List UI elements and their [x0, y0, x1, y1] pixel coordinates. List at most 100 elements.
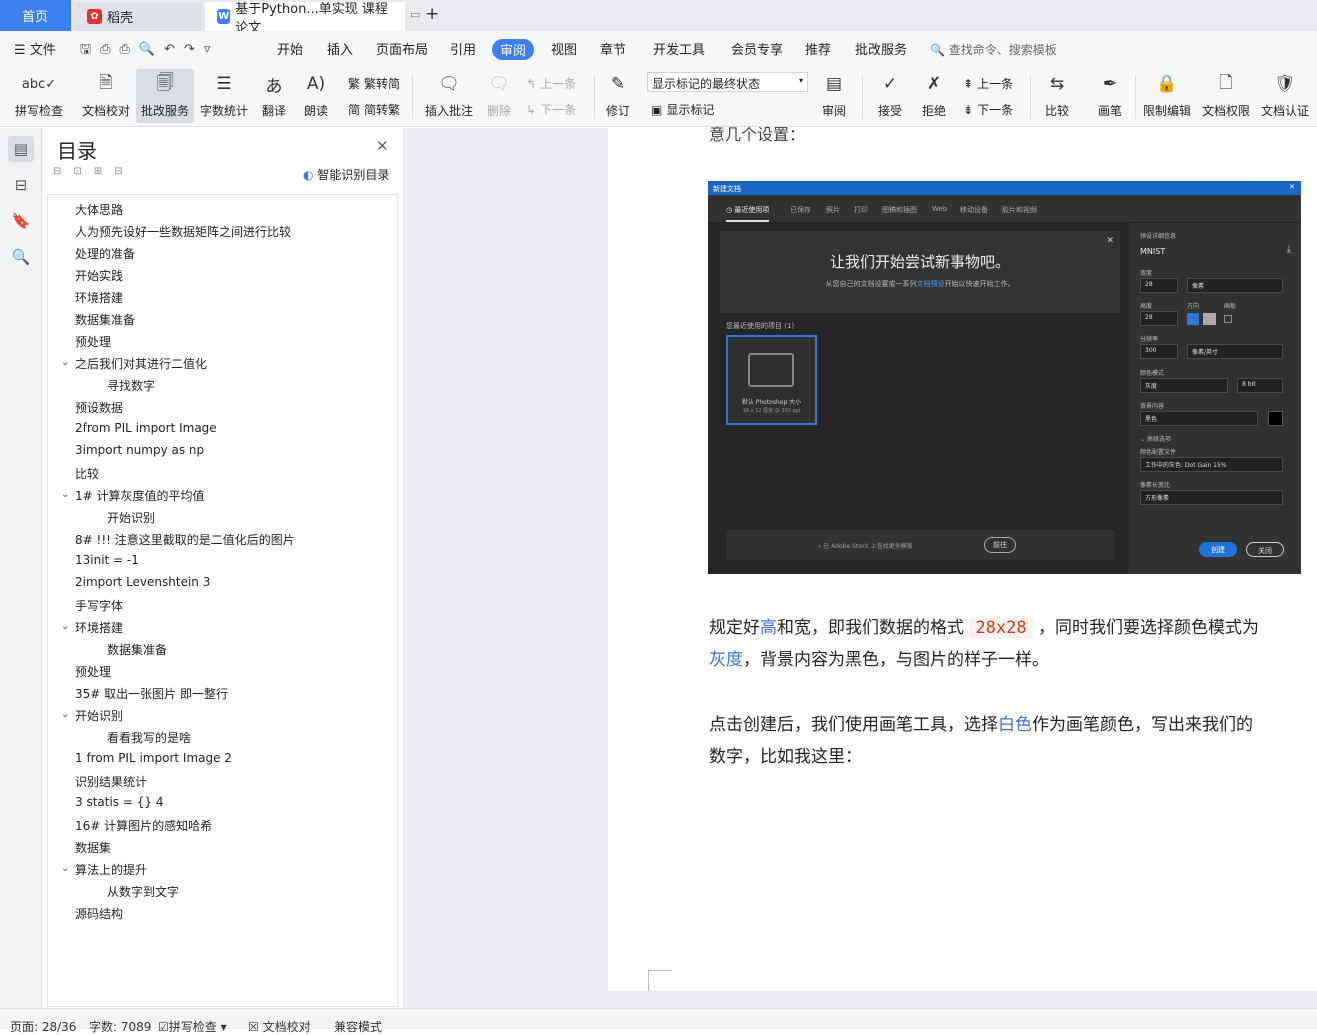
toc-item[interactable]: 源码结构: [75, 905, 123, 922]
doccheck-icon: 🗎: [99, 72, 113, 93]
prev-change-button[interactable]: ⇞ 上一条: [963, 75, 1013, 92]
chevron-down-icon[interactable]: ⌄: [61, 489, 69, 500]
toc-item[interactable]: 寻找数字: [107, 377, 155, 394]
menu-view[interactable]: 视图: [551, 39, 577, 58]
toc-item[interactable]: 8# !!! 注意这里截取的是二值化后的图片: [75, 531, 295, 548]
toc-item[interactable]: 数据集准备: [107, 641, 167, 658]
toc-item[interactable]: 环境搭建: [75, 619, 123, 636]
toc-item[interactable]: 预设数据: [75, 399, 123, 416]
accept-button[interactable]: ✓ 接受: [870, 69, 910, 123]
doccheck-button[interactable]: 🗎 文档校对: [78, 69, 134, 123]
chevron-down-icon[interactable]: ⌄: [61, 863, 69, 874]
translate-button[interactable]: あ翻译: [255, 69, 293, 123]
ps-save-preset-icon: ⤓: [1286, 244, 1291, 255]
word-count[interactable]: 字数: 7089: [89, 1018, 151, 1035]
outline-icon[interactable]: ⊟: [8, 172, 34, 198]
menu-start[interactable]: 开始: [277, 39, 303, 58]
smart-toc-button[interactable]: ◐ 智能识别目录: [303, 166, 389, 183]
next-change-button[interactable]: ⇟ 下一条: [963, 101, 1013, 118]
file-menu[interactable]: ☰ 文件: [14, 39, 56, 58]
toc-item[interactable]: 手写字体: [75, 597, 123, 614]
reject-button[interactable]: ✗ 拒绝: [914, 69, 954, 123]
menu-review[interactable]: 审阅: [492, 39, 535, 60]
review-service-button[interactable]: 🗐 批改服务: [136, 69, 194, 123]
read-aloud-button[interactable]: A) 朗读: [296, 69, 336, 123]
doc-certify-button[interactable]: 🛡 文档认证: [1258, 69, 1312, 123]
toc-item[interactable]: 35# 取出一张图片 即一整行: [75, 685, 228, 702]
menu-member[interactable]: 会员专享: [731, 39, 783, 58]
chevron-down-icon[interactable]: ⌄: [61, 357, 69, 368]
tab-screen-icon[interactable]: ▭: [410, 8, 420, 21]
status-doccheck[interactable]: ☒ 文档校对: [248, 1018, 311, 1035]
toc-toolbar[interactable]: ⊟⊡⊞⊟: [53, 166, 135, 177]
command-search[interactable]: 🔍 查找命令、搜索模板: [930, 41, 1057, 58]
ps-tab: 打印: [854, 206, 868, 214]
toc-item[interactable]: 识别结果统计: [75, 773, 147, 790]
toc-item[interactable]: 预处理: [75, 663, 111, 680]
spellcheck-icon: abc✓: [21, 76, 57, 92]
toc-item[interactable]: 数据集准备: [75, 311, 135, 328]
toc-item[interactable]: 之后我们对其进行二值化: [75, 355, 207, 372]
toc-item[interactable]: 数据集: [75, 839, 111, 856]
toc-item[interactable]: 环境搭建: [75, 289, 123, 306]
restrict-edit-button[interactable]: 🔒 限制编辑: [1140, 69, 1194, 123]
chevron-down-icon[interactable]: ⌄: [61, 709, 69, 720]
show-markup-button[interactable]: ▣ 显示标记: [651, 101, 714, 118]
quick-access-icons[interactable]: 🖫⎙⎙🔍↶↷▿: [80, 40, 219, 62]
toc-item[interactable]: 开始识别: [107, 509, 155, 526]
delete-comment-button[interactable]: 🗨 删除: [480, 69, 518, 123]
menu-correction[interactable]: 批改服务: [855, 39, 907, 58]
to-traditional-button[interactable]: 繁繁转简: [348, 75, 400, 92]
new-tab-icon[interactable]: +: [425, 4, 439, 24]
insert-comment-button[interactable]: 🗨 插入批注: [420, 69, 478, 123]
page-indicator[interactable]: 页面: 28/36: [10, 1018, 76, 1035]
toc-item[interactable]: 算法上的提升: [75, 861, 147, 878]
tab-document[interactable]: W 基于Python...单实现 课程论文: [205, 2, 405, 36]
bookmark-icon[interactable]: 🔖: [8, 208, 34, 234]
compare-button[interactable]: ⇆ 比较: [1036, 69, 1078, 123]
chevron-down-icon[interactable]: ⌄: [61, 621, 69, 632]
toc-item[interactable]: 13init = -1: [75, 553, 139, 567]
toc-item[interactable]: 开始识别: [75, 707, 123, 724]
toc-item[interactable]: 开始实践: [75, 267, 123, 284]
tab-home[interactable]: 首页: [0, 0, 71, 31]
menu-devtools[interactable]: 开发工具: [653, 39, 705, 58]
toc-item[interactable]: 3 statis = {} 4: [75, 795, 163, 809]
close-icon[interactable]: ✕: [376, 137, 389, 155]
toc-item[interactable]: 大体思路: [75, 201, 123, 218]
menu-references[interactable]: 引用: [450, 39, 476, 58]
toc-item[interactable]: 从数字到文字: [107, 883, 179, 900]
toc-item[interactable]: 2from PIL import Image: [75, 421, 217, 435]
compare-icon: ⇆: [1049, 74, 1065, 94]
toc-item[interactable]: 处理的准备: [75, 245, 135, 262]
markup-state-select[interactable]: 显示标记的最终状态 ▾: [647, 72, 808, 92]
menu-layout[interactable]: 页面布局: [376, 39, 428, 58]
menu-section[interactable]: 章节: [600, 39, 626, 58]
pen-button[interactable]: ✒ 画笔: [1090, 69, 1130, 123]
toc-item[interactable]: 16# 计算图片的感知哈希: [75, 817, 212, 834]
to-simplified-button[interactable]: 简简转繁: [348, 101, 400, 118]
status-spellcheck[interactable]: ☑拼写检查 ▾: [158, 1018, 227, 1035]
toc-item[interactable]: 3import numpy as np: [75, 443, 204, 457]
wordcount-button[interactable]: ☰ 字数统计: [196, 69, 252, 123]
review-pane-button[interactable]: ▤ 审阅: [814, 69, 854, 123]
toc-item[interactable]: 看看我写的是啥: [107, 729, 191, 746]
toc-item[interactable]: 1# 计算灰度值的平均值: [75, 487, 205, 504]
doc-permission-button[interactable]: 🗋 文档权限: [1199, 69, 1253, 123]
toc-item[interactable]: 2import Levenshtein 3: [75, 575, 210, 589]
prev-comment-button[interactable]: ↰ 上一条: [526, 75, 576, 92]
spellcheck-button[interactable]: abc✓ 拼写检查: [6, 69, 72, 123]
paragraph-1-line-2: 灰度，背景内容为黑色，与图片的样子一样。: [709, 650, 1049, 670]
toc-panel-icon[interactable]: ▤: [8, 136, 34, 162]
toc-item[interactable]: 人为预先设好一些数据矩阵之间进行比较: [75, 223, 291, 240]
tab-daoke[interactable]: ✿ 稻壳: [75, 2, 202, 31]
menu-recommend[interactable]: 推荐: [805, 39, 831, 58]
toc-item[interactable]: 1 from PIL import Image 2: [75, 751, 232, 765]
toc-item[interactable]: 预处理: [75, 333, 111, 350]
tab-bar: 首页 ✿ 稻壳 W 基于Python...单实现 课程论文 ▭ +: [0, 0, 1317, 36]
menu-insert[interactable]: 插入: [327, 39, 353, 58]
revise-button[interactable]: ✎ 修订: [598, 69, 638, 123]
toc-item[interactable]: 比较: [75, 465, 99, 482]
next-comment-button[interactable]: ↳ 下一条: [526, 101, 576, 118]
find-icon[interactable]: 🔍: [8, 244, 34, 270]
